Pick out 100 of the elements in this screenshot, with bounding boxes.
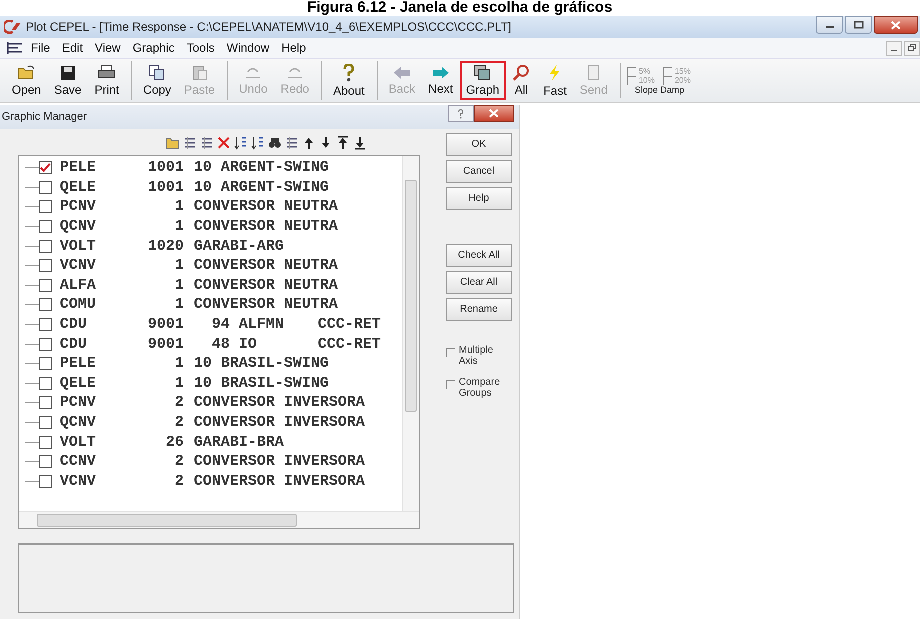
checkbox[interactable] [39,376,52,390]
figure-caption: Figura 6.12 - Janela de escolha de gráficos [306,0,614,16]
binoculars-icon[interactable] [268,136,282,150]
checkbox[interactable] [39,240,52,253]
checkbox-label: 5% [638,66,651,76]
list-item[interactable]: VCNV 2 CONVERSOR INVERSORA [19,472,419,492]
checkbox-label: Compare Groups [459,377,502,399]
menu-item[interactable]: View [90,41,126,55]
checkbox[interactable] [39,474,52,488]
checkbox[interactable] [39,298,52,312]
checkbox[interactable] [39,161,52,174]
checkbox[interactable] [662,66,672,76]
checkbox[interactable] [39,455,52,468]
list-item[interactable]: QCNV 1 CONVERSOR NEUTRA [19,216,419,236]
help-button[interactable] [448,105,474,122]
checkbox[interactable] [39,278,52,292]
toolbar-button[interactable]: Open [6,61,48,100]
restore-icon [908,44,916,52]
list-item[interactable]: VOLT 26 GARABI-BRA [19,432,419,452]
checkbox-label: 10% [638,76,655,84]
printer-icon [98,64,116,80]
question-mark-icon [457,108,465,118]
checkbox[interactable] [39,396,52,410]
dialog-button[interactable]: Cancel [446,160,512,183]
list-item[interactable]: QCNV 2 CONVERSOR INVERSORA [19,412,419,432]
list-item[interactable]: QELE 1 10 BRASIL-SWING [19,374,419,394]
checkbox[interactable] [446,380,455,389]
sort-descending-icon[interactable] [251,136,265,150]
checkbox[interactable] [626,66,636,76]
toolbar-button[interactable]: Next [422,61,460,100]
dialog-button[interactable]: Clear All [446,271,512,294]
menu-item[interactable]: File [26,41,56,55]
list-item[interactable]: CDU 9001 94 ALFMN CCC-RET [19,314,419,334]
window-title: Plot CEPEL - [Time Response - C:\CEPEL\ANATEM\V10_4_6\EXEMPLOS\CCC\CCC.PLT] [26,20,512,34]
delete-icon[interactable] [217,136,231,150]
toolbar-button[interactable]: Save [48,61,88,100]
horizontal-scrollbar[interactable] [19,511,419,528]
group-label: Slope Damp [634,84,686,94]
maximize-button[interactable] [845,16,872,34]
checkbox-label: 20% [674,76,691,84]
list-icon[interactable] [183,136,197,150]
list-item[interactable]: PCNV 1 CONVERSOR NEUTRA [19,197,419,217]
checkbox[interactable] [39,200,52,214]
list-item[interactable]: QELE 1001 10 ARGENT-SWING [19,178,419,198]
arrow-top-icon[interactable] [336,136,350,150]
arrow-up-icon[interactable] [302,136,316,150]
checkbox[interactable] [39,259,52,272]
menu-item[interactable]: Edit [57,41,88,55]
sort-ascending-icon[interactable] [234,136,248,150]
list-item[interactable]: PELE 1001 10 ARGENT-SWING [19,158,419,178]
list-item[interactable]: CCNV 2 CONVERSOR INVERSORA [19,452,419,472]
close-button[interactable] [874,16,918,34]
checkbox[interactable] [39,318,52,332]
checkbox[interactable] [39,436,52,449]
list-item[interactable]: VCNV 1 CONVERSOR NEUTRA [19,256,419,276]
arrow-down-icon[interactable] [319,136,333,150]
dialog-button[interactable]: Check All [446,244,512,267]
toolbar-button[interactable]: Print [88,61,126,100]
toolbar-button[interactable]: About [327,61,371,100]
stacked-pages-icon [474,64,492,80]
left-arrow-icon [393,66,412,80]
menu-item[interactable]: Tools [182,41,220,55]
copy-icon [149,64,166,80]
list-item[interactable]: VOLT 1020 GARABI-ARG [19,236,419,256]
vertical-scrollbar[interactable] [402,156,419,512]
list-item[interactable]: ALFA 1 CONVERSOR NEUTRA [19,276,419,296]
dialog-button[interactable]: Help [446,187,512,210]
close-button[interactable] [474,105,514,122]
restore-button[interactable] [904,40,920,56]
toolbar-button[interactable]: Fast [538,61,573,100]
checkbox[interactable] [39,338,52,351]
list-item[interactable]: CDU 9001 48 IO CCC-RET [19,334,419,354]
menu-item[interactable]: Window [222,41,275,55]
checkbox[interactable] [662,76,672,84]
checkbox[interactable] [39,357,52,370]
checkbox[interactable] [626,76,636,84]
folder-icon[interactable] [166,136,180,150]
dialog-title: Graphic Manager [1,111,87,123]
checkbox[interactable] [39,220,52,234]
toolbar-button[interactable]: All [506,61,537,100]
logo-icon [4,20,22,34]
list-item[interactable]: PCNV 2 CONVERSOR INVERSORA [19,393,419,413]
arrow-bottom-icon[interactable] [353,136,367,150]
toolbar-button[interactable]: Graph [460,61,506,100]
checkbox[interactable] [39,180,52,194]
checkbox[interactable] [446,348,455,357]
dialog-button[interactable]: OK [446,133,512,156]
minimize-button[interactable] [816,16,843,34]
list-item[interactable]: PELE 1 10 BRASIL-SWING [19,354,419,374]
minimize-button[interactable] [886,40,902,56]
list-item[interactable]: COMU 1 CONVERSOR NEUTRA [19,295,419,315]
floppy-icon [60,64,76,80]
question-mark-icon [342,64,356,82]
menu-item[interactable]: Graphic [128,41,180,55]
checkbox[interactable] [39,416,52,430]
folder-icon [18,64,36,80]
toolbar-button[interactable]: Copy [137,61,178,100]
menu-item[interactable]: Help [276,41,312,55]
clipboard-icon [192,64,208,80]
dialog-button[interactable]: Rename [446,298,512,321]
